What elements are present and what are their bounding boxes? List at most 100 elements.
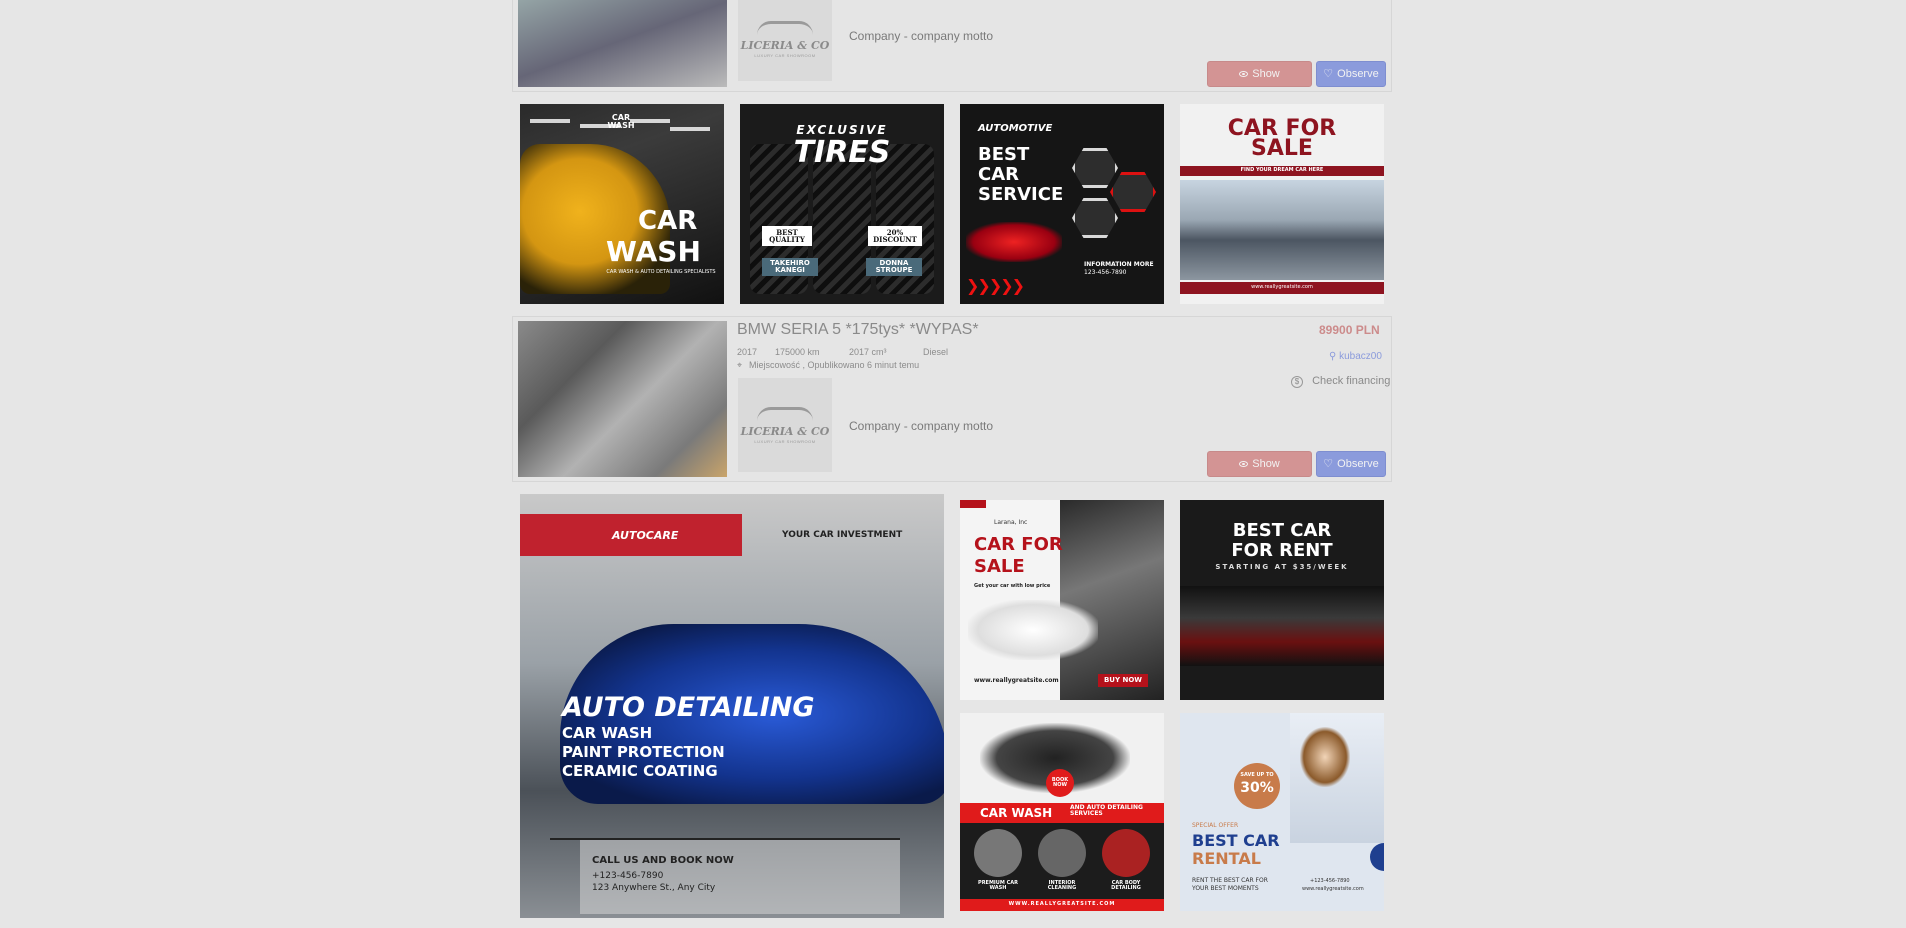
eye-icon bbox=[1239, 71, 1249, 77]
ad-headline: TIRES bbox=[793, 135, 891, 170]
ad-site: WWW.REALLYGREATSITE.COM bbox=[1008, 901, 1116, 907]
ad-name: TAKEHIRO KANEGI bbox=[762, 258, 818, 276]
ad-offer: SPECIAL OFFER bbox=[1192, 822, 1239, 829]
listing-mileage: 175000 km bbox=[775, 347, 820, 357]
ad-car-wash[interactable]: CAR WASH CAR WASH CAR WASH & AUTO DETAIL… bbox=[520, 104, 724, 304]
ad-cta: BUY NOW bbox=[1098, 674, 1148, 687]
ad-auto-detailing[interactable]: AUTOCARE YOUR CAR INVESTMENT AUTO DETAIL… bbox=[520, 494, 944, 918]
listing-year: 2017 bbox=[737, 347, 758, 357]
ad-headline: RENTAL bbox=[1192, 849, 1261, 868]
user-icon: ⚲ bbox=[1329, 351, 1337, 362]
ad-phone: +123-456-7890 bbox=[592, 871, 664, 881]
listing-card: BMW SERIA 5 *175tys* *WYPAS* 2017 175000… bbox=[512, 316, 1392, 482]
ad-badge: 30% bbox=[1240, 780, 1274, 796]
observe-button[interactable]: ♡ Observe bbox=[1316, 451, 1386, 477]
ad-subtext: AND AUTO DETAILING SERVICES bbox=[1070, 804, 1143, 817]
ad-headline: CAR bbox=[638, 206, 698, 236]
cars-lot-image bbox=[1180, 180, 1384, 280]
ad-footer: www.reallygreatsite.com bbox=[1180, 282, 1384, 294]
ad-brand: CAR WASH bbox=[607, 113, 635, 130]
ad-car-wash-2[interactable]: BOOK NOW CAR WASH AND AUTO DETAILING SER… bbox=[960, 713, 1164, 911]
heart-icon: ♡ bbox=[1323, 457, 1334, 470]
arrows-icon: ❯❯❯❯❯ bbox=[966, 278, 1025, 295]
listing-price: 89900 PLN bbox=[1319, 323, 1380, 337]
white-car-image bbox=[968, 600, 1098, 660]
red-car-image bbox=[966, 222, 1062, 262]
car-logo-icon bbox=[757, 20, 813, 37]
ad-badge: 20% DISCOUNT bbox=[868, 226, 922, 246]
company-motto: Company - company motto bbox=[849, 29, 994, 43]
company-logo: LICERIA & CO LUXURY CAR SHOWROOM bbox=[738, 378, 832, 472]
show-label: Show bbox=[1252, 458, 1280, 470]
company-motto: Company - company motto bbox=[849, 419, 994, 433]
ad-service: CAR WASH bbox=[562, 724, 653, 742]
ad-service: PAINT PROTECTION bbox=[562, 743, 725, 761]
ad-tag: YOUR CAR INVESTMENT bbox=[782, 530, 903, 540]
seller-name: kubacz00 bbox=[1339, 351, 1382, 362]
ad-service: CERAMIC COATING bbox=[562, 762, 718, 780]
ad-caption: PREMIUM CAR WASH bbox=[978, 880, 1018, 891]
ad-site: www.reallygreatsite.com bbox=[974, 677, 1059, 684]
heart-icon: ♡ bbox=[1323, 67, 1334, 80]
ad-headline: BEST bbox=[978, 144, 1030, 165]
listing-fuel: Diesel bbox=[923, 347, 949, 357]
listing-location: Miejscowość , Opublikowano 6 minut temu bbox=[749, 360, 920, 370]
dollar-icon: $ bbox=[1291, 376, 1303, 388]
seller-link[interactable]: ⚲ kubacz00 bbox=[1329, 351, 1382, 362]
interior-image bbox=[1180, 586, 1384, 666]
ad-car-service[interactable]: AUTOMOTIVE BEST CAR SERVICE INFORMATION … bbox=[960, 104, 1164, 304]
ad-headline: BEST CAR bbox=[1192, 831, 1280, 850]
observe-label: Observe bbox=[1337, 458, 1379, 470]
ad-headline: SALE bbox=[1251, 136, 1313, 161]
ad-car-for-sale[interactable]: CAR FOR SALE FIND YOUR DREAM CAR HERE ww… bbox=[1180, 104, 1384, 304]
logo-text: LICERIA & CO bbox=[740, 38, 830, 52]
ad-info: INFORMATION MORE bbox=[1084, 261, 1154, 268]
listing-title[interactable]: BMW SERIA 5 *175tys* *WYPAS* bbox=[737, 321, 979, 339]
eye-icon bbox=[1239, 461, 1249, 467]
ad-tires[interactable]: EXCLUSIVE TIRES BEST QUALITY 20% DISCOUN… bbox=[740, 104, 944, 304]
ad-headline: BEST CAR bbox=[1232, 520, 1332, 541]
observe-label: Observe bbox=[1337, 68, 1379, 80]
listing-photo[interactable] bbox=[518, 0, 727, 87]
ad-headline: CAR FOR bbox=[974, 534, 1063, 555]
ad-headline: CAR WASH bbox=[980, 806, 1053, 820]
financing-label: Check financing bbox=[1312, 375, 1391, 387]
ad-headline: SALE bbox=[974, 556, 1025, 577]
ad-headline: FOR RENT bbox=[1231, 540, 1333, 561]
listing-photo[interactable] bbox=[518, 321, 727, 477]
logo-text: LICERIA & CO bbox=[740, 424, 830, 438]
ad-subtext: CAR WASH & AUTO DETAILING SPECIALISTS bbox=[606, 269, 716, 275]
ad-brand: AUTOCARE bbox=[612, 529, 679, 542]
observe-button[interactable]: ♡ Observe bbox=[1316, 61, 1386, 87]
ad-kicker: AUTOMOTIVE bbox=[978, 123, 1053, 134]
ad-headline: WASH bbox=[606, 235, 701, 268]
show-button[interactable]: Show bbox=[1207, 61, 1312, 87]
ad-phone: 123-456-7890 bbox=[1084, 269, 1127, 276]
show-button[interactable]: Show bbox=[1207, 451, 1312, 477]
listing-engine: 2017 cm³ bbox=[849, 347, 887, 357]
location-icon: ⌖ bbox=[737, 360, 743, 370]
logo-subtext: LUXURY CAR SHOWROOM bbox=[754, 438, 816, 444]
listing-card: LICERIA & CO LUXURY CAR SHOWROOM Company… bbox=[512, 0, 1392, 92]
ad-site: www.reallygreatsite.com bbox=[1302, 886, 1364, 892]
ad-headline: AUTO DETAILING bbox=[562, 692, 815, 723]
ad-strip: FIND YOUR DREAM CAR HERE bbox=[1180, 166, 1384, 176]
car-logo-icon bbox=[757, 406, 813, 423]
ad-caption: INTERIOR CLEANING bbox=[1047, 880, 1077, 891]
ad-phone: +123-456-7890 bbox=[1310, 878, 1350, 884]
ad-cta: CALL US AND BOOK NOW bbox=[592, 855, 734, 866]
ad-headline: CAR bbox=[978, 164, 1020, 185]
ad-subtext: STARTING AT $35/WEEK bbox=[1215, 563, 1349, 571]
woman-image bbox=[1300, 727, 1350, 787]
ad-badge: BEST QUALITY bbox=[762, 226, 812, 246]
check-financing-link[interactable]: $ Check financing bbox=[1291, 375, 1390, 388]
logo-subtext: LUXURY CAR SHOWROOM bbox=[754, 52, 816, 58]
ad-badge: BOOK NOW bbox=[1046, 769, 1074, 797]
ad-car-rental[interactable]: SAVE UP TO 30% SPECIAL OFFER BEST CAR RE… bbox=[1180, 713, 1384, 911]
show-label: Show bbox=[1252, 68, 1280, 80]
ad-car-for-sale-2[interactable]: Larana, Inc CAR FOR SALE Get your car wi… bbox=[960, 500, 1164, 700]
ad-brand: Larana, Inc bbox=[994, 519, 1028, 526]
ad-address: 123 Anywhere St., Any City bbox=[592, 883, 716, 893]
ad-car-for-rent[interactable]: BEST CAR FOR RENT STARTING AT $35/WEEK bbox=[1180, 500, 1384, 700]
ad-badge: SAVE UP TO bbox=[1240, 772, 1274, 778]
